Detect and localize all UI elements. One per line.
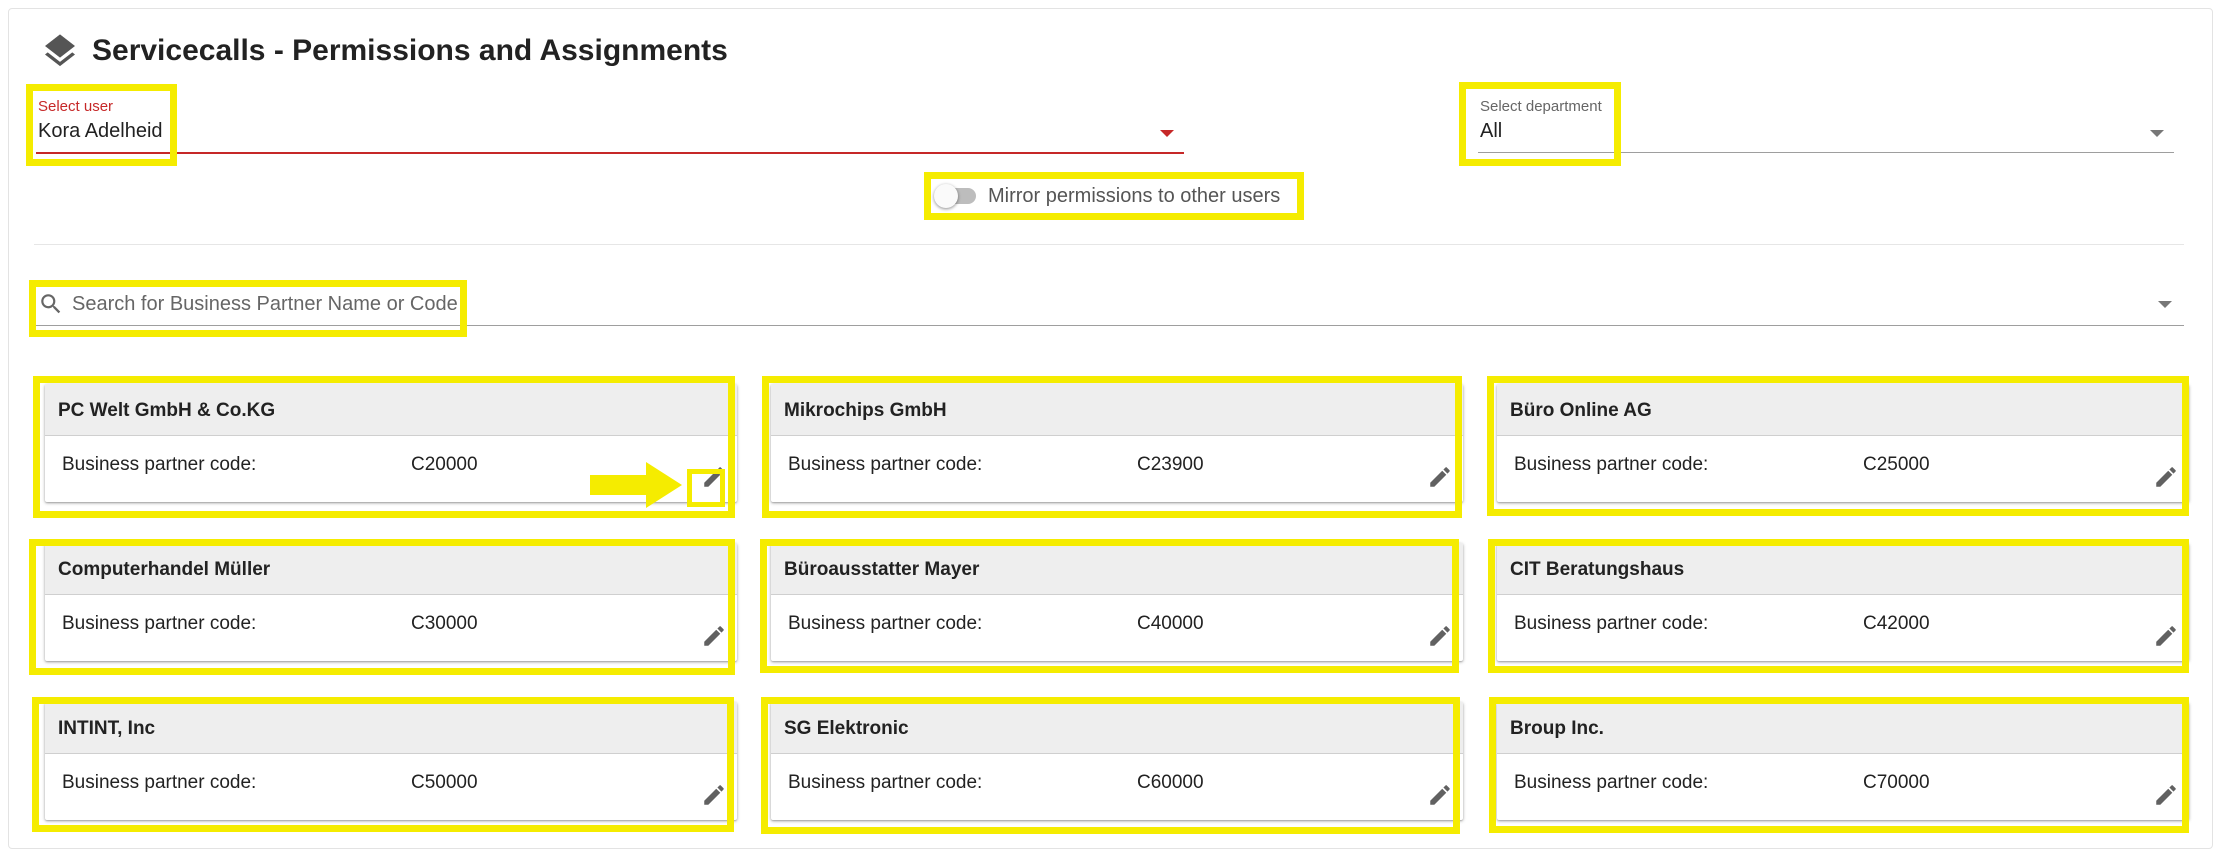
card-code-label: Business partner code: (62, 772, 257, 793)
card-code-label: Business partner code: (788, 454, 983, 475)
card-partner-name: Broup Inc. (1510, 718, 1604, 739)
card-code-label: Business partner code: (788, 613, 983, 634)
mirror-permissions-toggle-row: Mirror permissions to other users (934, 180, 1280, 212)
business-partner-card: Computerhandel Müller Business partner c… (45, 543, 737, 661)
card-partner-name: Büroausstatter Mayer (784, 559, 980, 580)
card-code-label: Business partner code: (1514, 454, 1709, 475)
chevron-down-icon[interactable] (2158, 301, 2172, 308)
mirror-permissions-label: Mirror permissions to other users (988, 184, 1281, 207)
pencil-icon (704, 467, 724, 487)
business-partner-search (34, 285, 2184, 326)
edit-button[interactable] (1425, 780, 1455, 810)
card-code-value: C42000 (1863, 613, 1930, 634)
chevron-down-icon (1160, 130, 1174, 137)
edit-button[interactable] (699, 462, 729, 492)
business-partner-card: Büro Online AG Business partner code: C2… (1497, 384, 2189, 502)
business-partner-card: CIT Beratungshaus Business partner code:… (1497, 543, 2189, 661)
card-code-value: C20000 (411, 454, 478, 475)
business-partner-card: INTINT, Inc Business partner code: C5000… (45, 702, 737, 820)
pencil-icon (2156, 467, 2176, 487)
card-partner-name: SG Elektronic (784, 718, 909, 739)
business-partner-card: Büroausstatter Mayer Business partner co… (771, 543, 1463, 661)
page-title: Servicecalls - Permissions and Assignmen… (92, 34, 728, 67)
search-input[interactable] (72, 287, 2142, 321)
chevron-down-icon (2150, 130, 2164, 137)
edit-button[interactable] (1425, 621, 1455, 651)
department-select-label: Select department (1480, 98, 1602, 115)
card-partner-name: Mikrochips GmbH (784, 400, 947, 421)
card-header: PC Welt GmbH & Co.KG (45, 384, 737, 436)
edit-button[interactable] (699, 621, 729, 651)
card-partner-name: PC Welt GmbH & Co.KG (58, 400, 276, 421)
card-header: Büroausstatter Mayer (771, 543, 1463, 595)
pencil-icon (1430, 467, 1450, 487)
edit-button[interactable] (2151, 780, 2181, 810)
business-partner-card: Mikrochips GmbH Business partner code: C… (771, 384, 1463, 502)
page-header: Servicecalls - Permissions and Assignmen… (40, 28, 728, 74)
card-partner-name: Computerhandel Müller (58, 559, 271, 580)
card-code-label: Business partner code: (1514, 772, 1709, 793)
pencil-icon (2156, 785, 2176, 805)
card-header: Büro Online AG (1497, 384, 2189, 436)
card-partner-name: CIT Beratungshaus (1510, 559, 1685, 580)
card-code-value: C70000 (1863, 772, 1930, 793)
toggle-thumb[interactable] (934, 184, 958, 208)
card-code-value: C25000 (1863, 454, 1930, 475)
card-code-value: C30000 (411, 613, 478, 634)
edit-button[interactable] (1425, 462, 1455, 492)
card-code-label: Business partner code: (62, 613, 257, 634)
department-select[interactable]: Select department All (1478, 96, 2174, 156)
card-code-value: C40000 (1137, 613, 1204, 634)
card-code-label: Business partner code: (62, 454, 257, 475)
pencil-icon (704, 785, 724, 805)
card-code-label: Business partner code: (788, 772, 983, 793)
search-underline (34, 325, 2184, 326)
search-icon (41, 294, 61, 314)
pencil-icon (704, 626, 724, 646)
card-code-value: C23900 (1137, 454, 1204, 475)
user-select[interactable]: Select user Kora Adelheid (36, 96, 1184, 156)
user-select-value: Kora Adelheid (38, 120, 163, 142)
department-select-value: All (1480, 120, 1503, 142)
business-partner-card: Broup Inc. Business partner code: C70000 (1497, 702, 2189, 820)
card-header: INTINT, Inc (45, 702, 737, 754)
card-header: Broup Inc. (1497, 702, 2189, 754)
edit-button[interactable] (2151, 621, 2181, 651)
mirror-permissions-toggle[interactable] (934, 184, 976, 208)
pencil-icon (1430, 785, 1450, 805)
department-select-underline (1478, 152, 2174, 153)
arrow-right-icon (590, 462, 682, 508)
card-header: CIT Beratungshaus (1497, 543, 2189, 595)
card-partner-name: INTINT, Inc (58, 718, 156, 739)
card-code-value: C50000 (411, 772, 478, 793)
card-code-value: C60000 (1137, 772, 1204, 793)
card-header: Computerhandel Müller (45, 543, 737, 595)
pencil-icon (1430, 626, 1450, 646)
pencil-icon (2156, 626, 2176, 646)
user-select-underline (36, 152, 1184, 154)
card-partner-name: Büro Online AG (1510, 400, 1652, 421)
card-header: SG Elektronic (771, 702, 1463, 754)
card-code-label: Business partner code: (1514, 613, 1709, 634)
card-header: Mikrochips GmbH (771, 384, 1463, 436)
edit-button[interactable] (2151, 462, 2181, 492)
edit-button[interactable] (699, 780, 729, 810)
user-select-label: Select user (38, 98, 114, 115)
business-partner-card: SG Elektronic Business partner code: C60… (771, 702, 1463, 820)
section-divider (34, 244, 2184, 245)
layers-icon (45, 34, 75, 67)
